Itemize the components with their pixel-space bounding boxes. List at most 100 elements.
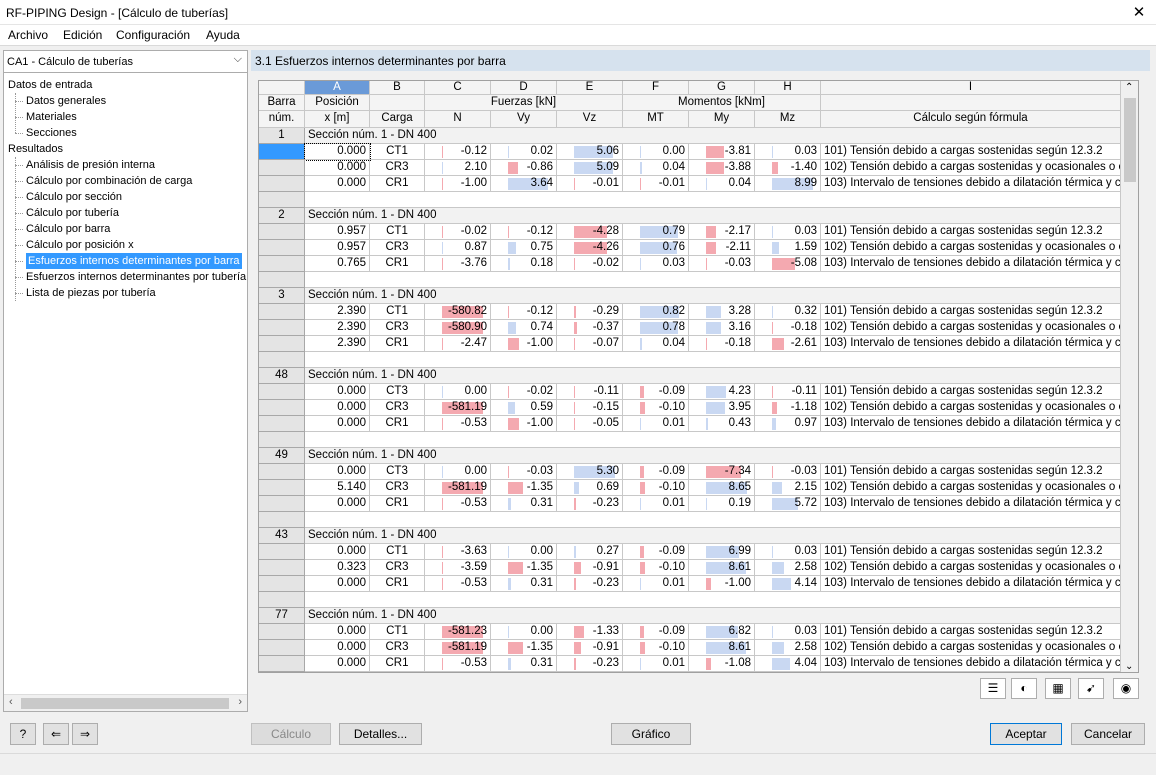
table-cell-value[interactable]: 5.06 [557,144,623,160]
table-cell-value[interactable]: 3.64 [491,176,557,192]
table-cell-value[interactable]: 3.28 [689,304,755,320]
table-cell-load[interactable]: CT1 [370,544,425,560]
table-cell-value[interactable]: -5.08 [755,256,821,272]
table-cell-value[interactable]: -0.03 [689,256,755,272]
row-header[interactable] [259,240,305,256]
table-cell-value[interactable]: -0.53 [425,576,491,592]
tree-item[interactable]: Cálculo por sección [26,189,122,205]
table-cell-value[interactable]: -0.86 [491,160,557,176]
table-cell-value[interactable]: -0.11 [755,384,821,400]
table-cell-value[interactable]: -1.35 [491,640,557,656]
table-cell-formula[interactable]: 103) Intervalo de tensiones debido a dil… [821,656,1121,672]
table-cell-value[interactable]: -3.81 [689,144,755,160]
table-cell-value[interactable]: 0.97 [755,416,821,432]
tree-item[interactable]: Esfuerzos internos determinantes por bar… [26,253,242,269]
close-icon[interactable]: ✕ [1122,0,1156,25]
table-cell-value[interactable]: -7.34 [689,464,755,480]
row-header[interactable] [259,496,305,512]
table-cell-value[interactable]: -0.15 [557,400,623,416]
table-cell-formula[interactable]: 101) Tensión debido a cargas sostenidas … [821,544,1121,560]
tree-item[interactable]: Datos generales [26,93,106,109]
table-cell-value[interactable]: -581.23 [425,624,491,640]
table-cell-value[interactable]: -0.03 [491,464,557,480]
table-cell-value[interactable]: -2.61 [755,336,821,352]
table-cell-value[interactable]: -580.90 [425,320,491,336]
row-header[interactable] [259,160,305,176]
table-cell-value[interactable]: -1.00 [491,336,557,352]
table-cell-value[interactable]: -3.76 [425,256,491,272]
table-cell-formula[interactable]: 101) Tensión debido a cargas sostenidas … [821,624,1121,640]
tree-item[interactable]: Lista de piezas por tubería [26,285,156,301]
table-cell-value[interactable]: -0.18 [755,320,821,336]
table-cell-value[interactable]: 0.32 [755,304,821,320]
table-cell-load[interactable]: CR3 [370,240,425,256]
row-header-bar[interactable]: 1 [259,128,305,144]
table-cell-value[interactable]: -0.23 [557,576,623,592]
navigator-horizontal-scrollbar[interactable]: ‹ › [4,694,247,711]
table-cell-formula[interactable]: 101) Tensión debido a cargas sostenidas … [821,384,1121,400]
table-cell-value[interactable]: 0.04 [623,336,689,352]
table-cell-value[interactable]: 6.82 [689,624,755,640]
table-cell-value[interactable]: -0.02 [491,384,557,400]
table-cell-value[interactable]: 0.00 [425,384,491,400]
column-letter[interactable]: H [755,81,821,95]
scrollbar-thumb[interactable] [1124,98,1136,182]
table-cell-value[interactable]: 1.59 [755,240,821,256]
row-header[interactable] [259,144,305,160]
table-cell-value[interactable]: 0.01 [623,656,689,672]
table-cell-value[interactable]: 0.00 [491,624,557,640]
column-letter[interactable]: C [425,81,491,95]
row-header[interactable] [259,384,305,400]
table-cell-value[interactable]: -0.10 [623,560,689,576]
table-cell-value[interactable]: 0.75 [491,240,557,256]
table-cell-formula[interactable]: 103) Intervalo de tensiones debido a dil… [821,176,1121,192]
tree-item[interactable]: Cálculo por tubería [26,205,119,221]
table-cell-value[interactable]: -1.00 [689,576,755,592]
table-cell-value[interactable]: 2.58 [755,560,821,576]
row-header[interactable] [259,256,305,272]
row-header[interactable] [259,464,305,480]
table-cell-formula[interactable]: 103) Intervalo de tensiones debido a dil… [821,336,1121,352]
table-cell-position[interactable]: 0.000 [304,143,371,161]
table-cell-value[interactable]: -1.18 [755,400,821,416]
tree-item[interactable]: Datos de entrada [8,77,92,93]
row-header[interactable] [259,336,305,352]
table-cell-value[interactable]: 0.82 [623,304,689,320]
table-cell-position[interactable]: 2.390 [305,336,370,352]
table-cell-value[interactable]: 0.03 [755,624,821,640]
table-cell-value[interactable]: -0.29 [557,304,623,320]
table-cell-formula[interactable]: 102) Tensión debido a cargas sostenidas … [821,560,1121,576]
table-cell-value[interactable]: -581.19 [425,480,491,496]
results-table[interactable]: A B C D E F G H I Barra núm. Posición x [m] Carga Fuer… [258,80,1139,673]
table-cell-load[interactable]: CR3 [370,400,425,416]
table-cell-value[interactable]: 0.31 [491,496,557,512]
row-header[interactable] [259,416,305,432]
tree-item[interactable]: Análisis de presión interna [26,157,155,173]
table-cell-value[interactable]: -0.23 [557,656,623,672]
table-cell-value[interactable]: -581.19 [425,400,491,416]
table-cell-value[interactable]: -3.59 [425,560,491,576]
table-cell-value[interactable]: -0.09 [623,624,689,640]
menu-configuracion[interactable]: Configuración [116,28,190,42]
table-cell-formula[interactable]: 103) Intervalo de tensiones debido a dil… [821,416,1121,432]
table-cell-load[interactable]: CT3 [370,464,425,480]
table-cell-value[interactable]: 0.18 [491,256,557,272]
export-icon[interactable]: ⇒ [72,723,98,745]
row-header[interactable] [259,176,305,192]
table-cell-formula[interactable]: 101) Tensión debido a cargas sostenidas … [821,304,1121,320]
table-cell-formula[interactable]: 101) Tensión debido a cargas sostenidas … [821,144,1121,160]
row-header[interactable] [259,592,305,608]
table-cell-value[interactable]: -0.10 [623,400,689,416]
table-cell-position[interactable]: 0.000 [305,160,370,176]
row-header-bar[interactable]: 49 [259,448,305,464]
table-cell-position[interactable]: 0.000 [305,576,370,592]
table-cell-value[interactable]: 0.01 [623,576,689,592]
table-cell-value[interactable]: -2.47 [425,336,491,352]
table-cell-value[interactable]: 0.01 [623,416,689,432]
table-cell-position[interactable]: 0.000 [305,384,370,400]
table-cell-value[interactable]: -1.35 [491,480,557,496]
table-cell-value[interactable]: 0.00 [491,544,557,560]
chevron-down-icon[interactable]: ⌵ [234,53,242,66]
row-header[interactable] [259,512,305,528]
row-header-bar[interactable]: 2 [259,208,305,224]
